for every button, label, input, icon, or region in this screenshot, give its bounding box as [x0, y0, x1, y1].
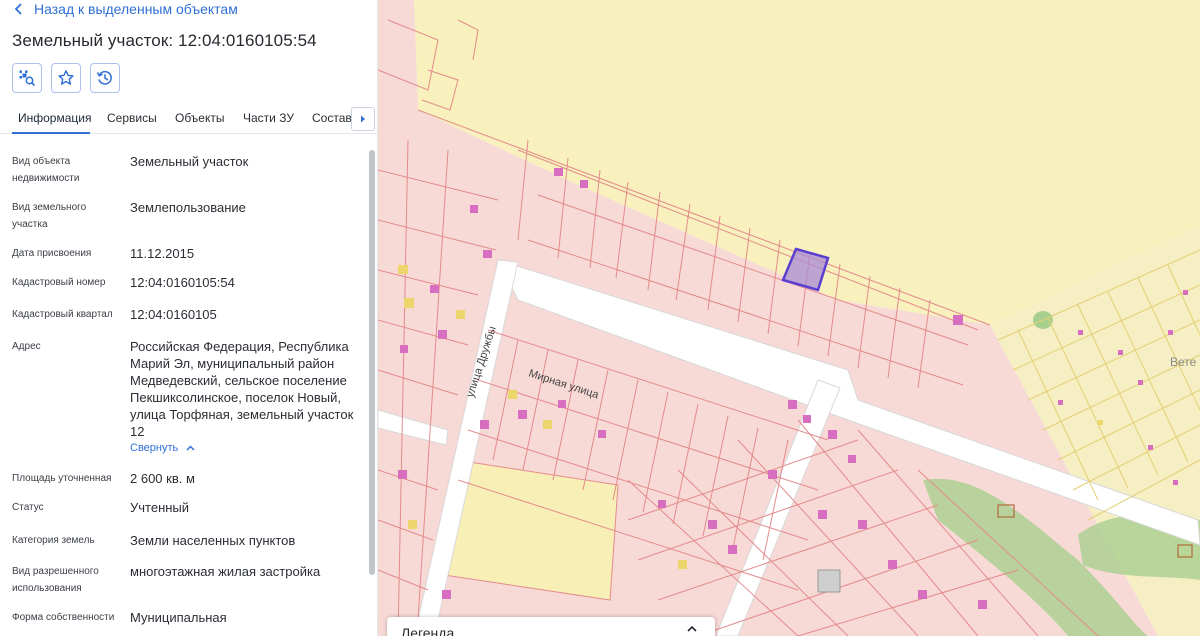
field-value: Земельный участок: [130, 154, 249, 169]
place-label: Вете: [1170, 355, 1197, 369]
tab-services[interactable]: Сервисы: [107, 111, 157, 125]
field-label: Дата присвоения: [12, 248, 92, 259]
object-info-panel: Назад к выделенным объектам Земельный уч…: [0, 0, 378, 636]
back-link-label: Назад к выделенным объектам: [34, 1, 238, 17]
field-value: 11.12.2015: [130, 246, 195, 261]
field-label: Форма собственности: [12, 612, 115, 623]
field-label: Вид земельного участка: [12, 202, 87, 230]
vacant-land-block: [443, 459, 619, 601]
history-icon: [96, 70, 112, 85]
field-label: Кадастровый номер: [12, 277, 106, 288]
select-area-button[interactable]: [12, 63, 42, 93]
field-value: многоэтажная жилая застройка: [130, 564, 321, 579]
tab-objects[interactable]: Объекты: [175, 111, 225, 125]
page-title: Земельный участок: 12:04:0160105:54: [12, 31, 317, 50]
field-value: Российская Федерация, Республика Марий Э…: [130, 339, 354, 439]
caret-right-icon: [361, 115, 365, 123]
field-value: Муниципальная: [130, 610, 227, 625]
panel-scrollbar[interactable]: [369, 140, 375, 636]
chevron-up-icon: [186, 445, 195, 451]
tab-information[interactable]: Информация: [18, 111, 91, 125]
field-label: Вид объекта недвижимости: [12, 156, 80, 184]
map-canvas[interactable]: улица Дружбы Мирная улица Вете: [378, 0, 1200, 636]
tab-bar: Информация Сервисы Объекты Части ЗУ Сост…: [0, 105, 377, 134]
toolbar: [12, 63, 120, 93]
star-icon: [58, 70, 74, 85]
tab-composition[interactable]: Состав: [312, 111, 352, 125]
field-value: 12:04:0160105:54: [130, 275, 235, 290]
active-tab-indicator: [12, 132, 90, 134]
field-value: 12:04:0160105: [130, 307, 217, 322]
select-area-icon: [19, 70, 36, 87]
field-label: Вид разрешенного использования: [12, 566, 99, 594]
field-value: Земли населенных пунктов: [130, 533, 296, 548]
scrollbar-thumb[interactable]: [369, 150, 375, 575]
field-value: Землепользование: [130, 200, 246, 215]
collapse-address-link[interactable]: Свернуть: [130, 442, 195, 454]
back-link[interactable]: Назад к выделенным объектам: [14, 0, 238, 18]
tab-parts[interactable]: Части ЗУ: [243, 111, 294, 125]
field-value: Учтенный: [130, 500, 190, 515]
field-value: 2 600 кв. м: [130, 471, 195, 486]
cadastral-map[interactable]: улица Дружбы Мирная улица Вете: [378, 0, 1200, 636]
favorite-button[interactable]: [51, 63, 81, 93]
chevron-up-icon[interactable]: [687, 625, 697, 632]
legend-title: Легенда: [401, 625, 455, 636]
tabs-scroll-right-button[interactable]: [351, 107, 375, 131]
field-label: Кадастровый квартал: [12, 309, 113, 320]
history-button[interactable]: [90, 63, 120, 93]
collapse-label: Свернуть: [130, 442, 179, 454]
legend-panel[interactable]: Легенда: [387, 617, 715, 636]
chevron-left-icon: [14, 3, 22, 15]
field-label: Площадь уточненная: [12, 473, 112, 484]
field-label: Адрес: [12, 341, 41, 352]
field-label: Статус: [12, 502, 44, 513]
field-label: Категория земель: [12, 535, 95, 546]
